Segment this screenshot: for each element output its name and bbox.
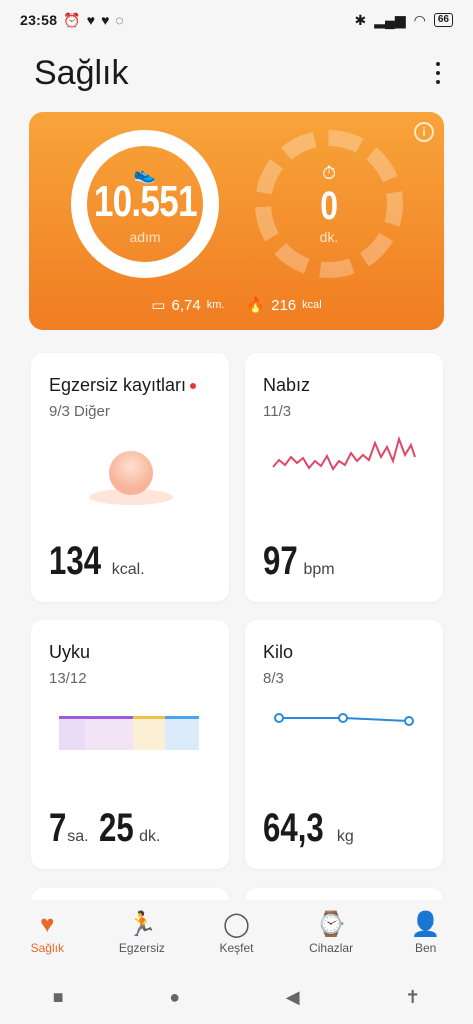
ruler-icon: ▭ [151, 297, 166, 314]
sync-icon: ◌ [115, 12, 124, 28]
heart-rate-card-title: Nabız [263, 375, 311, 395]
heart-pulse-icon: ♥ [40, 911, 55, 938]
exercise-records-card[interactable]: Egzersiz kayıtları 9/3 Diğer 134 kcal. [31, 353, 229, 602]
weight-unit: kg [336, 828, 354, 845]
weight-card-sub: 8/3 [263, 670, 284, 687]
weight-card[interactable]: Kilo 8/3 64,3 kg [245, 620, 443, 869]
stopwatch-icon: ⏱ [321, 163, 337, 183]
nav-label: Cihazlar [309, 941, 354, 955]
nav-item-devices[interactable]: ⌚ Cihazlar [284, 900, 379, 968]
steps-ring: 👟 10.551 adım [71, 130, 219, 278]
distance-unit: km. [206, 299, 225, 311]
steps-value: 10.551 [93, 176, 198, 226]
nav-item-health[interactable]: ♥ Sağlık [0, 900, 95, 968]
nav-label: Egzersiz [118, 941, 165, 955]
weight-card-title: Kilo [263, 642, 294, 662]
minutes-unit: dk. [319, 229, 339, 245]
sleep-card-sub: 13/12 [49, 670, 87, 687]
heart-rate-card[interactable]: Nabız 11/3 97 bpm [245, 353, 443, 602]
heart-rate-icon: ♥ [86, 12, 96, 28]
sleep-hours: 7 [49, 806, 67, 850]
home-icon[interactable]: ● [169, 987, 180, 1008]
page-header: Sağlık [34, 48, 443, 98]
nav-label: Sağlık [30, 941, 64, 955]
heart-rate-icon-2: ♥ [101, 12, 110, 28]
heart-rate-value: 97 [263, 539, 298, 583]
hero-stats: ▭ 6,74 km. 🔥 216 kcal [29, 296, 444, 315]
calories-value: 216 [271, 296, 297, 314]
weight-value: 64,3 [263, 806, 324, 850]
wifi-icon: ◠ [413, 11, 426, 28]
sleep-card[interactable]: Uyku 13/12 7 sa. 25 dk. [31, 620, 229, 869]
sleep-minutes: 25 [98, 806, 134, 850]
exercise-illustration [89, 451, 173, 505]
heart-rate-card-sub: 11/3 [263, 403, 292, 420]
sleep-card-title: Uyku [49, 642, 91, 662]
bluetooth-icon: ✱ [354, 11, 367, 28]
person-icon: 👤 [410, 911, 441, 938]
distance-stat: ▭ 6,74 km. [151, 296, 225, 315]
system-nav-bar: ■ ● ◀ ✝ [0, 970, 473, 1024]
watch-icon: ⌚ [316, 911, 347, 938]
bottom-nav: ♥ Sağlık 🏃 Egzersiz ◯ Keşfet ⌚ Cihazlar … [0, 900, 473, 968]
activity-summary-card[interactable]: i 👟 10.551 adım ⏱ 0 dk. ▭ 6,74 km. 🔥 216… [29, 112, 444, 330]
exercise-card-title: Egzersiz kayıtları [49, 375, 187, 395]
steps-unit: adım [129, 228, 161, 245]
status-time: 23:58 [20, 12, 58, 28]
runner-icon: 🏃 [126, 911, 157, 938]
nav-item-exercise[interactable]: 🏃 Egzersiz [95, 900, 190, 968]
sleep-stages-bar [59, 716, 199, 750]
exercise-value: 134 [49, 539, 102, 583]
planet-icon: ◯ [223, 911, 250, 938]
exercise-card-sub: 9/3 Diğer [49, 403, 110, 420]
accessibility-icon[interactable]: ✝ [405, 987, 420, 1008]
nav-label: Keşfet [219, 941, 254, 955]
new-indicator-dot [190, 383, 197, 390]
distance-value: 6,74 [171, 296, 201, 314]
sleep-hours-unit: sa. [67, 828, 89, 845]
info-icon[interactable]: i [414, 122, 434, 142]
heart-rate-sparkline [272, 435, 416, 471]
status-bar: 23:58 ⏰ ♥ ♥ ◌ ✱ ▂▄▆ ◠ 66 [0, 0, 473, 40]
calories-unit: kcal [302, 299, 322, 311]
back-icon[interactable]: ◀ [286, 987, 300, 1008]
calories-stat: 🔥 216 kcal [246, 296, 322, 315]
weight-trend-line [274, 713, 414, 726]
exercise-minutes-ring: ⏱ 0 dk. [255, 130, 403, 278]
minutes-value: 0 [320, 184, 338, 228]
sleep-minutes-unit: dk. [139, 828, 161, 845]
nav-item-discover[interactable]: ◯ Keşfet [189, 900, 284, 968]
battery-icon: 66 [433, 13, 453, 27]
flame-icon: 🔥 [246, 297, 266, 314]
nav-item-me[interactable]: 👤 Ben [378, 900, 473, 968]
exercise-unit: kcal. [111, 561, 145, 578]
alarm-icon: ⏰ [63, 11, 81, 28]
recents-icon[interactable]: ■ [53, 987, 64, 1008]
more-options-icon[interactable] [433, 62, 443, 84]
nav-label: Ben [414, 941, 437, 955]
heart-rate-unit: bpm [303, 561, 335, 578]
page-title: Sağlık [34, 53, 129, 92]
signal-icon: ▂▄▆ [374, 11, 406, 28]
